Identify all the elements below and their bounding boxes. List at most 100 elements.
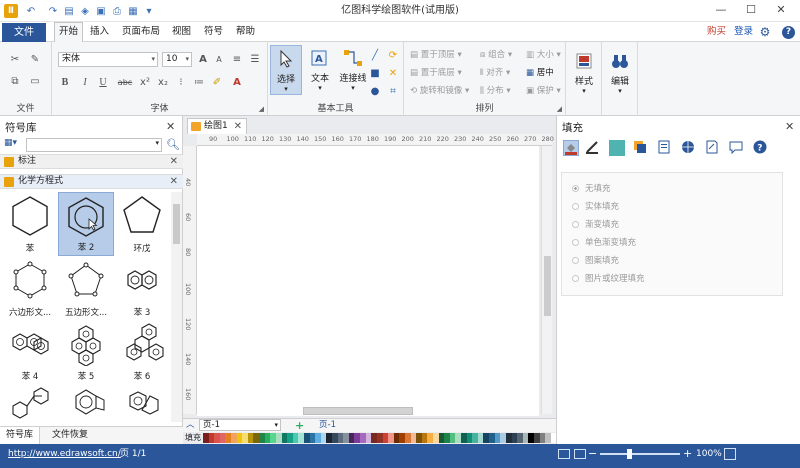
bullet-list-icon[interactable]: ⁝ [174, 75, 188, 89]
document-tab[interactable]: 绘图1 ✕ [187, 118, 247, 134]
symbol-fluorene[interactable] [58, 384, 114, 422]
text-align-icon[interactable]: ≡ [230, 52, 244, 66]
rotate-mirror-button[interactable]: ⟲ 旋转和镜像 ▾ [410, 84, 469, 98]
scrollbar-thumb[interactable] [303, 407, 413, 415]
website-link[interactable]: http://www.edrawsoft.cn/ [8, 444, 121, 464]
normal-view-icon[interactable] [558, 449, 570, 459]
help-icon[interactable]: ? [782, 26, 795, 39]
group-button[interactable]: ⧈ 组合 ▾ [480, 48, 512, 62]
italic-button[interactable]: I [78, 75, 92, 89]
library-grid-icon[interactable]: ▦▾ [4, 138, 18, 152]
page-nav-up-icon[interactable]: ︿ [186, 419, 195, 432]
line-style-icon[interactable] [585, 140, 601, 156]
undo-icon[interactable]: ↶ [24, 4, 38, 18]
fill-panel-close-icon[interactable]: ✕ [785, 120, 794, 133]
redo-icon[interactable]: ↷ [46, 4, 60, 18]
tab-symbols[interactable]: 符号 [200, 22, 227, 42]
symbol-panel-close-icon[interactable]: ✕ [166, 120, 175, 133]
bring-to-front-button[interactable]: ▤ 置于顶层 ▾ [410, 48, 462, 62]
tab-page-layout[interactable]: 页面布局 [118, 22, 164, 42]
symbol-scrollbar[interactable] [171, 192, 182, 422]
arc-tool-icon[interactable]: ⟳ [386, 48, 400, 62]
tab-insert[interactable]: 插入 [86, 22, 113, 42]
page-tab-1[interactable]: 页-1 [319, 419, 336, 432]
tab-help[interactable]: 帮助 [232, 22, 259, 42]
close-button[interactable]: ✕ [770, 1, 792, 19]
line-spacing-icon[interactable]: ☰ [248, 52, 262, 66]
library-search-input[interactable]: ▾ [26, 138, 162, 152]
open-file-icon[interactable]: ◈ [78, 4, 92, 18]
symbol-cyclopentane[interactable]: 环戊 [114, 192, 170, 256]
fill-option-picture-texture[interactable]: 图片或纹理填充 [572, 273, 645, 285]
radio-button[interactable] [572, 275, 579, 282]
connector-tool-button[interactable]: 连接线 ▾ [338, 45, 368, 95]
fill-option-none[interactable]: 无填充 [572, 183, 611, 195]
font-group-launcher-icon[interactable]: ◢ [259, 105, 264, 113]
font-color-icon[interactable]: A [230, 75, 244, 89]
rectangle-tool-icon[interactable]: ■ [368, 66, 382, 80]
comment-icon[interactable] [729, 140, 745, 156]
zoom-slider[interactable] [600, 453, 680, 455]
fill-option-gradient[interactable]: 渐变填充 [572, 219, 619, 231]
cut-icon[interactable]: ✂ [8, 52, 22, 66]
symbol-biphenyl[interactable] [2, 384, 58, 422]
category-header-chemistry[interactable]: 化学方程式 ✕ [0, 174, 183, 189]
help-circle-icon[interactable]: ? [753, 140, 769, 156]
font-size-select[interactable]: 10 ▾ [162, 52, 192, 67]
font-name-select[interactable]: 宋体 ▾ [58, 52, 158, 67]
superscript-icon[interactable]: x² [138, 75, 152, 89]
category-close-icon[interactable]: ✕ [170, 175, 178, 188]
color-palette[interactable] [203, 433, 557, 443]
settings-gear-icon[interactable]: ⚙ [758, 25, 772, 39]
tab-file-recovery[interactable]: 文件恢复 [46, 427, 94, 444]
paste-icon[interactable]: ▭ [28, 74, 42, 88]
fill-option-pattern[interactable]: 图案填充 [572, 255, 619, 267]
size-button[interactable]: ▥ 大小 ▾ [526, 48, 561, 62]
horizontal-scrollbar[interactable] [293, 406, 543, 416]
highlight-color-icon[interactable]: ✐ [210, 75, 224, 89]
text-tool-button[interactable]: A 文本 ▾ [304, 45, 336, 95]
zoom-out-icon[interactable]: − [588, 447, 597, 461]
minimize-button[interactable]: — [710, 1, 732, 19]
radio-button[interactable] [572, 185, 579, 192]
layers-icon[interactable] [633, 140, 649, 156]
login-link[interactable]: 登录 [734, 22, 753, 42]
zoom-slider-thumb[interactable] [627, 449, 632, 459]
zoom-in-icon[interactable]: + [683, 447, 692, 461]
category-header-callout[interactable]: 标注 ✕ [0, 154, 183, 169]
center-button[interactable]: ▦ 居中 [526, 66, 554, 80]
note-icon[interactable] [705, 140, 721, 156]
style-button[interactable]: 样式 ▾ [568, 48, 600, 98]
buy-link[interactable]: 购买 [707, 22, 726, 42]
symbol-benzene[interactable]: 苯 [2, 192, 58, 256]
fit-page-icon[interactable] [724, 448, 736, 460]
scrollbar-thumb[interactable] [173, 204, 180, 244]
cross-tool-icon[interactable]: ✕ [386, 66, 400, 80]
drawing-page[interactable] [197, 146, 539, 416]
category-close-icon[interactable]: ✕ [170, 155, 178, 168]
symbol-indene[interactable] [114, 384, 170, 422]
copy-icon[interactable]: ⧉ [8, 74, 22, 88]
distribute-button[interactable]: ⫼ 分布 ▾ [480, 84, 511, 98]
fill-icon[interactable] [563, 140, 579, 156]
print-icon[interactable]: ⎙ [110, 4, 124, 18]
symbol-benzene-4[interactable]: 苯 4 [2, 320, 58, 384]
radio-button[interactable] [572, 221, 579, 228]
symbol-benzene-3[interactable]: 苯 3 [114, 256, 170, 320]
symbol-benzene-6[interactable]: 苯 6 [114, 320, 170, 384]
line-tool-icon[interactable]: ╱ [368, 48, 382, 62]
document-tab-close-icon[interactable]: ✕ [234, 119, 242, 134]
bold-button[interactable]: B [58, 75, 72, 89]
select-tool-button[interactable]: 选择 ▾ [270, 45, 302, 95]
maximize-button[interactable]: ☐ [740, 1, 762, 19]
numbered-list-icon[interactable]: ≔ [192, 75, 206, 89]
fullscreen-view-icon[interactable] [574, 449, 586, 459]
symbol-benzene-5[interactable]: 苯 5 [58, 320, 114, 384]
hyperlink-globe-icon[interactable] [681, 140, 697, 156]
edit-button[interactable]: 编辑 ▾ [604, 48, 636, 98]
vertical-scrollbar[interactable] [541, 146, 552, 414]
document-properties-icon[interactable] [657, 140, 673, 156]
scrollbar-thumb[interactable] [544, 256, 551, 316]
radio-button[interactable] [572, 239, 579, 246]
ellipse-tool-icon[interactable]: ● [368, 84, 382, 98]
